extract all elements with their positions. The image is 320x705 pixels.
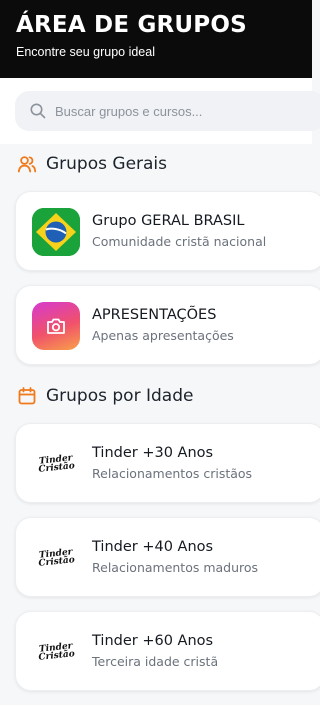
page-header: ÁREA DE GRUPOS Encontre seu grupo ideal	[0, 0, 312, 78]
group-description: Comunidade cristã nacional	[92, 234, 267, 249]
group-description: Apenas apresentações	[92, 328, 234, 343]
section-title-grupos-gerais: Grupos Gerais	[16, 153, 167, 175]
search-icon	[29, 102, 47, 120]
camera-icon	[32, 302, 80, 350]
users-icon	[16, 153, 38, 175]
group-card-tinder-40[interactable]: Tinder Cristão Tinder +40 Anos Relacionam…	[15, 517, 320, 597]
group-card-apresentacoes[interactable]: APRESENTAÇÕES Apenas apresentações	[15, 285, 320, 365]
group-description: Relacionamentos maduros	[92, 560, 259, 575]
tinder-cristao-logo: Tinder Cristão	[32, 440, 80, 488]
search-box[interactable]	[15, 91, 320, 131]
section-title-grupos-por-idade: Grupos por Idade	[16, 385, 193, 407]
group-description: Terceira idade cristã	[92, 654, 219, 669]
tinder-cristao-logo: Tinder Cristão	[32, 534, 80, 582]
brazil-flag-icon	[32, 208, 80, 256]
section-label: Grupos Gerais	[46, 154, 168, 174]
group-name: APRESENTAÇÕES	[92, 307, 217, 323]
tinder-cristao-logo: Tinder Cristão	[32, 628, 80, 676]
page-title: ÁREA DE GRUPOS	[16, 12, 247, 38]
group-card-tinder-30[interactable]: Tinder Cristão Tinder +30 Anos Relacionam…	[15, 423, 320, 503]
section-label: Grupos por Idade	[46, 386, 194, 406]
search-input[interactable]	[55, 91, 315, 131]
group-name: Tinder +60 Anos	[92, 633, 214, 649]
search-bar-container	[0, 78, 320, 144]
group-name: Tinder +40 Anos	[92, 539, 214, 555]
group-description: Relacionamentos cristãos	[92, 466, 253, 481]
group-name: Grupo GERAL BRASIL	[92, 213, 245, 229]
calendar-icon	[16, 385, 38, 407]
page-subtitle: Encontre seu grupo ideal	[16, 45, 155, 59]
group-card-geral-brasil[interactable]: Grupo GERAL BRASIL Comunidade cristã nac…	[15, 191, 320, 271]
group-name: Tinder +30 Anos	[92, 445, 214, 461]
group-card-tinder-60[interactable]: Tinder Cristão Tinder +60 Anos Terceira i…	[15, 611, 320, 691]
